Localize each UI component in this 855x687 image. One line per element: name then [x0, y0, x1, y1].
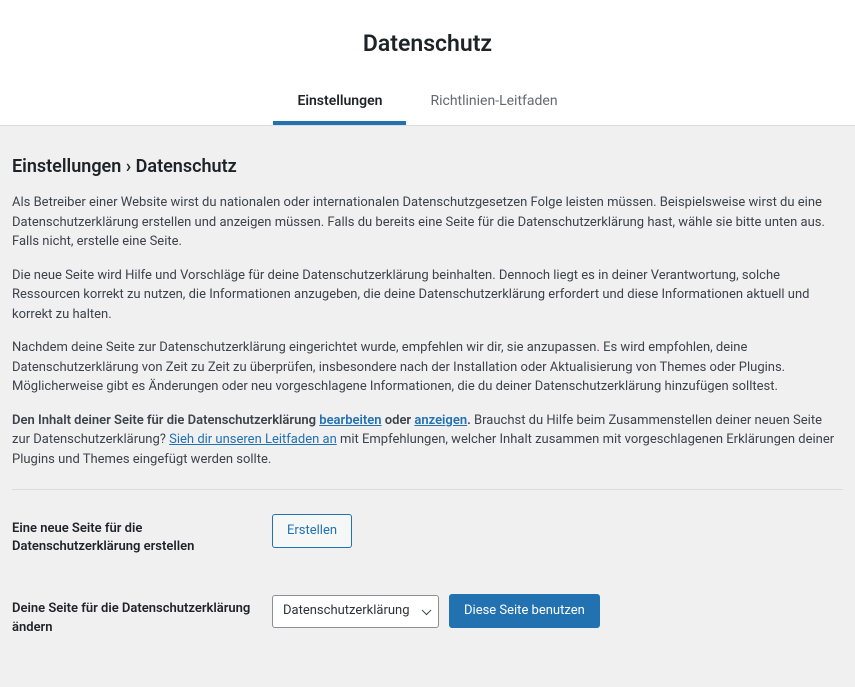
intro-paragraph-2: Die neue Seite wird Hilfe und Vorschläge…	[12, 266, 843, 325]
page-select-wrap: Datenschutzerklärung	[272, 595, 439, 628]
change-page-row: Deine Seite für die Datenschutzerklärung…	[12, 594, 843, 636]
create-page-row: Eine neue Seite für die Datenschutzerklä…	[12, 514, 843, 556]
view-link[interactable]: anzeigen	[414, 413, 467, 428]
use-page-button[interactable]: Diese Seite benutzen	[449, 594, 600, 628]
actions-strong: Den Inhalt deiner Seite für die Datensch…	[12, 413, 474, 428]
intro-paragraph-1: Als Betreiber einer Website wirst du nat…	[12, 193, 843, 252]
section-title: Einstellungen › Datenschutz	[12, 156, 843, 177]
page-select[interactable]: Datenschutzerklärung	[272, 595, 439, 628]
separator	[12, 489, 843, 490]
actions-paragraph: Den Inhalt deiner Seite für die Datensch…	[12, 411, 843, 470]
guide-link[interactable]: Sieh dir unseren Leitfaden an	[169, 432, 337, 447]
tabs: Einstellungen Richtlinien-Leitfaden	[0, 81, 855, 126]
content-area: Einstellungen › Datenschutz Als Betreibe…	[0, 126, 855, 687]
intro-paragraph-3: Nachdem deine Seite zur Datenschutzerklä…	[12, 338, 843, 397]
create-page-label: Eine neue Seite für die Datenschutzerklä…	[12, 514, 272, 556]
page-header: Datenschutz Einstellungen Richtlinien-Le…	[0, 0, 855, 126]
tab-settings[interactable]: Einstellungen	[273, 81, 406, 125]
tab-policy-guide[interactable]: Richtlinien-Leitfaden	[406, 81, 581, 125]
change-page-label: Deine Seite für die Datenschutzerklärung…	[12, 594, 272, 636]
create-button[interactable]: Erstellen	[272, 514, 352, 548]
edit-link[interactable]: bearbeiten	[319, 413, 381, 428]
page-title: Datenschutz	[0, 30, 855, 57]
